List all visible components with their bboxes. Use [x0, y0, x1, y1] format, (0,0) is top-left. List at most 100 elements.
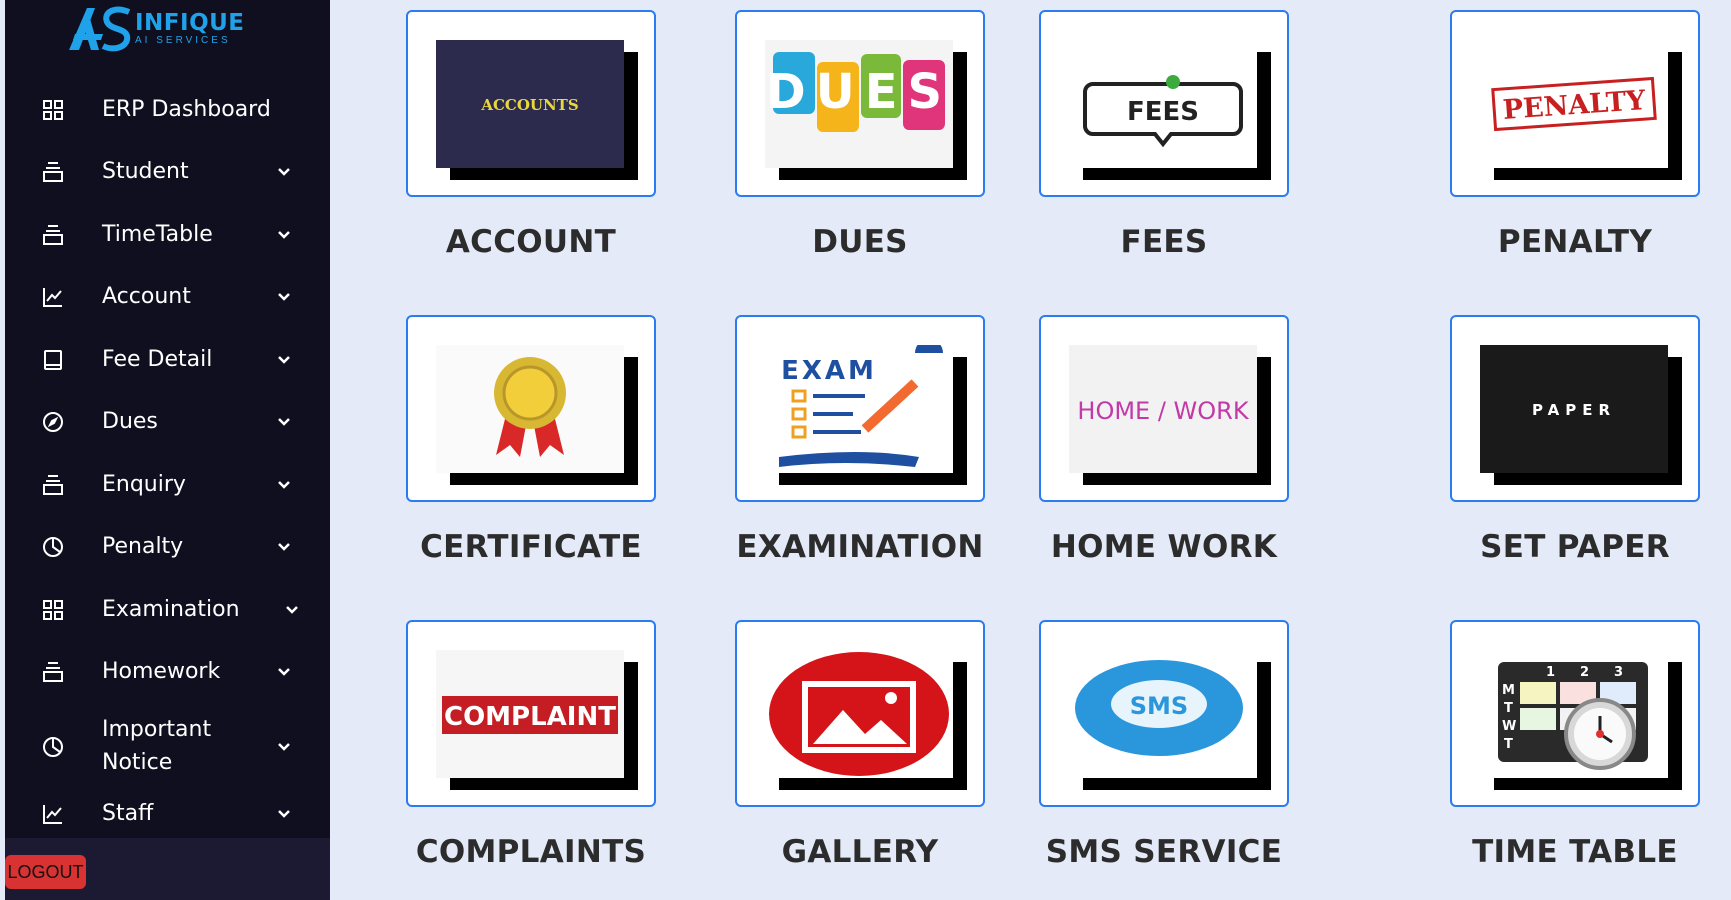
pie-chart-icon: [43, 737, 63, 757]
pie-chart-icon: [43, 537, 63, 557]
tile-examination[interactable]: EXAM EXAMINATION: [735, 315, 985, 565]
tile-label: DUES: [812, 224, 908, 260]
svg-text:T: T: [1504, 701, 1513, 716]
svg-text:PAPER: PAPER: [1532, 401, 1616, 419]
sidebar-item-timetable[interactable]: TimeTable: [5, 213, 330, 257]
chevron-down-icon: [278, 418, 290, 426]
tile-certificate[interactable]: CERTIFICATE: [406, 315, 656, 565]
stack-icon: [43, 662, 63, 682]
tile-label: HOME WORK: [1050, 529, 1278, 565]
tile-account[interactable]: ACCOUNTS ACCOUNT: [406, 10, 656, 260]
stack-icon: [43, 475, 63, 495]
award-medal-icon: [436, 345, 624, 473]
sidebar-item-label: TimeTable: [102, 222, 213, 247]
sidebar-item-label: Penalty: [102, 534, 184, 559]
tile-label: PENALTY: [1497, 224, 1653, 260]
brand-logo[interactable]: INFIQUE AI SERVICES: [65, 2, 245, 56]
homework-text-icon: HOME / WORK: [1069, 345, 1257, 473]
line-chart-icon: [43, 805, 62, 824]
svg-text:2: 2: [1580, 665, 1589, 680]
tile-fees[interactable]: FEES FEES: [1039, 10, 1289, 260]
sidebar-item-label: Student: [102, 159, 189, 184]
tile-label: GALLERY: [781, 834, 939, 870]
sms-bubble-icon: SMS: [1069, 650, 1257, 778]
logout-button[interactable]: LOGOUT: [5, 855, 86, 889]
tile-sms-service[interactable]: SMS SMS SERVICE: [1039, 620, 1289, 870]
svg-text:W: W: [1502, 719, 1516, 734]
sidebar-item-label: Fee Detail: [102, 347, 213, 372]
svg-text:DUES: DUES: [766, 64, 952, 120]
dues-bubbles-icon: DUES: [765, 40, 953, 168]
chevron-down-icon: [278, 668, 290, 676]
chevron-down-icon: [278, 810, 290, 818]
sidebar-item-enquiry[interactable]: Enquiry: [5, 463, 330, 507]
penalty-stamp-icon: PENALTY: [1480, 40, 1668, 168]
tile-set-paper[interactable]: PAPER SET PAPER: [1450, 315, 1700, 565]
tile-label: CERTIFICATE: [420, 529, 642, 565]
chevron-down-icon: [278, 543, 290, 551]
svg-text:M: M: [1502, 683, 1515, 698]
tile-homework[interactable]: HOME / WORK HOME WORK: [1039, 315, 1289, 565]
sidebar-item-erp-dashboard[interactable]: ERP Dashboard: [5, 88, 330, 132]
chevron-down-icon: [278, 231, 290, 239]
grid-icon: [43, 100, 63, 120]
sidebar-item-dues[interactable]: Dues: [5, 400, 330, 444]
line-chart-icon: [43, 288, 62, 307]
sidebar-item-examination[interactable]: Examination: [5, 588, 330, 632]
tile-label: FEES: [1120, 224, 1208, 260]
svg-text:ACCOUNTS: ACCOUNTS: [480, 96, 578, 114]
sidebar-item-homework[interactable]: Homework: [5, 650, 330, 694]
tile-label: EXAMINATION: [736, 529, 984, 565]
book-icon: [44, 350, 62, 370]
svg-text:1: 1: [1546, 665, 1555, 680]
sidebar-item-label: ERP Dashboard: [102, 97, 271, 122]
tile-label: COMPLAINTS: [415, 834, 647, 870]
tile-label: TIME TABLE: [1472, 834, 1678, 870]
sidebar-item-penalty[interactable]: Penalty: [5, 525, 330, 569]
tile-dues[interactable]: DUES DUES: [735, 10, 985, 260]
paper-card-icon: PAPER: [1480, 345, 1668, 473]
tile-label: ACCOUNT: [445, 224, 617, 260]
compass-icon: [43, 412, 63, 432]
sidebar-item-fee-detail[interactable]: Fee Detail: [5, 338, 330, 382]
chevron-down-icon: [278, 293, 290, 301]
tile-time-table[interactable]: 123 MTWT TIME TABLE: [1450, 620, 1700, 870]
tile-label: SMS SERVICE: [1045, 834, 1283, 870]
gallery-photo-icon: [765, 650, 953, 778]
chevron-down-icon: [286, 606, 298, 614]
sidebar-item-label: Staff: [102, 801, 154, 826]
accounts-book-icon: ACCOUNTS: [436, 40, 624, 168]
chevron-down-icon: [278, 481, 290, 489]
calendar-clock-icon: 123 MTWT: [1480, 650, 1668, 778]
stack-icon: [43, 162, 63, 182]
tile-label: SET PAPER: [1480, 529, 1670, 565]
chevron-down-icon: [278, 168, 290, 176]
stack-icon: [43, 225, 63, 245]
sidebar-item-staff[interactable]: Staff: [5, 792, 330, 836]
sidebar-item-label: Examination: [102, 597, 240, 622]
svg-text:3: 3: [1614, 665, 1623, 680]
brand-name: INFIQUE: [135, 10, 245, 36]
brand-mark-icon: [69, 6, 131, 52]
chevron-down-icon: [278, 743, 290, 751]
svg-text:HOME / WORK: HOME / WORK: [1077, 397, 1249, 425]
tile-complaints[interactable]: COMPLAINT COMPLAINTS: [406, 620, 656, 870]
sidebar-item-label: Dues: [102, 409, 158, 434]
chevron-down-icon: [278, 356, 290, 364]
sidebar-item-important-notice[interactable]: Important Notice: [5, 712, 330, 782]
complaint-stamp-icon: COMPLAINT: [436, 650, 624, 778]
tile-gallery[interactable]: GALLERY: [735, 620, 985, 870]
sidebar-item-account[interactable]: Account: [5, 275, 330, 319]
fees-speech-icon: FEES: [1069, 40, 1257, 168]
svg-text:COMPLAINT: COMPLAINT: [444, 702, 616, 732]
svg-text:T: T: [1504, 737, 1513, 752]
brand-tagline: AI SERVICES: [135, 35, 231, 46]
sidebar-item-label: Enquiry: [102, 472, 186, 497]
tile-penalty[interactable]: PENALTY PENALTY: [1450, 10, 1700, 260]
exam-checklist-icon: EXAM: [765, 345, 953, 473]
svg-text:SMS: SMS: [1130, 692, 1188, 720]
sidebar-item-student[interactable]: Student: [5, 150, 330, 194]
sidebar-item-label: Homework: [102, 659, 221, 684]
sidebar-item-label: Important Notice: [102, 717, 212, 775]
grid-icon: [43, 600, 63, 620]
